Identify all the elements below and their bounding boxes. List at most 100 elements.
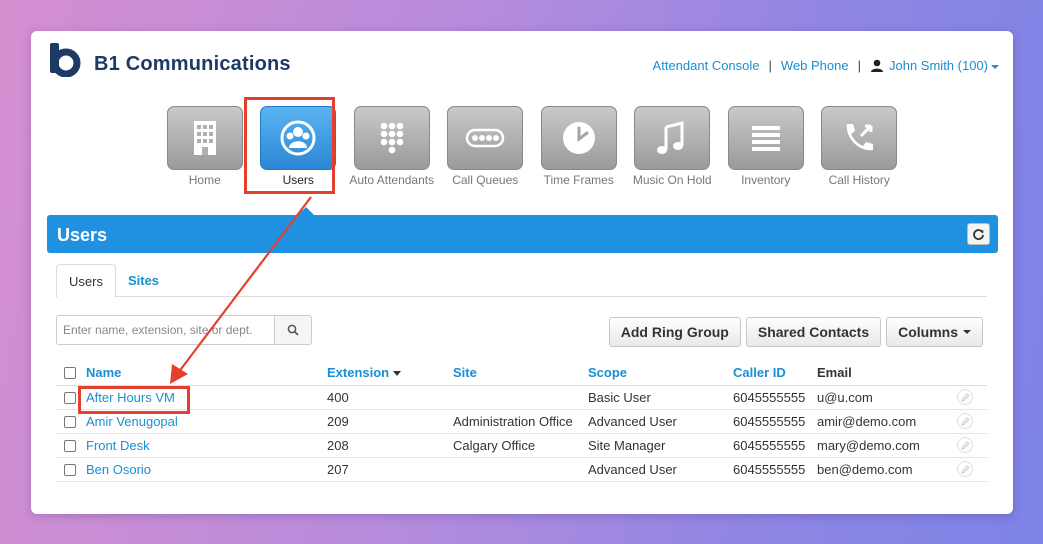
edit-icon[interactable] xyxy=(957,437,973,453)
nav-auto-attendants[interactable]: Auto Attendants xyxy=(345,106,439,187)
nav-call-queues-tile xyxy=(447,106,524,170)
table-row[interactable]: Amir Venugopal 209 Administration Office Ad… xyxy=(56,409,987,434)
nav-call-queues[interactable]: Call Queues xyxy=(439,106,533,187)
nav-label: Call History xyxy=(828,173,890,187)
col-extension[interactable]: Extension xyxy=(327,360,453,386)
columns-label: Columns xyxy=(898,324,958,340)
separator: | xyxy=(857,58,861,73)
refresh-icon xyxy=(973,228,984,240)
dots-icon xyxy=(466,128,505,148)
scope-cell: Advanced User xyxy=(588,457,733,482)
email-cell: ben@demo.com xyxy=(817,457,957,482)
row-checkbox[interactable] xyxy=(64,416,76,429)
row-action-cell xyxy=(957,385,987,410)
music-icon xyxy=(657,121,684,154)
edit-icon[interactable] xyxy=(957,413,973,429)
user-name: John Smith (100) xyxy=(889,58,988,73)
email-cell: u@u.com xyxy=(817,385,957,410)
col-email: Email xyxy=(817,360,957,386)
b1-logo-icon xyxy=(50,43,81,77)
row-checkbox[interactable] xyxy=(64,392,76,405)
select-all-cell xyxy=(56,360,86,386)
col-actions xyxy=(957,360,987,386)
nav-auto-attendants-tile xyxy=(353,106,430,170)
search-button[interactable] xyxy=(275,315,312,345)
nav-music-on-hold[interactable]: Music On Hold xyxy=(626,106,720,187)
nav-time-frames-tile xyxy=(540,106,617,170)
nav-inventory[interactable]: Inventory xyxy=(719,106,813,187)
chevron-down-icon xyxy=(991,64,999,69)
extension-cell: 209 xyxy=(327,409,453,434)
user-name-cell: Ben Osorio xyxy=(86,457,327,482)
table-row[interactable]: Ben Osorio 207 Advanced User 6045555555 ben@… xyxy=(56,457,987,482)
highlight-box xyxy=(78,386,190,414)
extension-cell: 207 xyxy=(327,457,453,482)
col-caller-id[interactable]: Caller ID xyxy=(733,360,817,386)
col-extension-label: Extension xyxy=(327,364,390,380)
add-ring-group-button[interactable]: Add Ring Group xyxy=(608,317,741,347)
edit-icon[interactable] xyxy=(957,389,973,405)
nav-call-history-tile xyxy=(821,106,898,170)
col-name[interactable]: Name xyxy=(86,360,327,386)
tab-users[interactable]: Users xyxy=(56,264,116,298)
action-buttons: Add Ring Group Shared Contacts Columns xyxy=(604,317,983,347)
brand-name: B1 Communications xyxy=(94,52,291,75)
caller-id-cell: 6045555555 xyxy=(733,433,817,458)
user-name-link[interactable]: Ben Osorio xyxy=(86,462,151,477)
sort-desc-icon xyxy=(393,370,402,376)
nav-label: Home xyxy=(188,173,221,187)
banner-notch xyxy=(297,207,315,216)
keypad-icon xyxy=(380,122,404,154)
refresh-button[interactable] xyxy=(967,223,990,245)
user-name-link[interactable]: Front Desk xyxy=(86,438,150,453)
caller-id-cell: 6045555555 xyxy=(733,385,817,410)
separator: | xyxy=(768,58,772,73)
nav-music-on-hold-tile xyxy=(634,106,711,170)
row-checkbox[interactable] xyxy=(64,464,76,477)
tab-bar: Users Sites xyxy=(56,264,987,298)
nav-time-frames[interactable]: Time Frames xyxy=(532,106,626,187)
highlight-box xyxy=(244,97,335,194)
clock-icon xyxy=(562,122,595,154)
extension-cell: 400 xyxy=(327,385,453,410)
attendant-console-link[interactable]: Attendant Console xyxy=(653,58,760,73)
table-row[interactable]: After Hours VM 400 Basic User 6045555555 u@u… xyxy=(56,385,987,410)
search-box xyxy=(56,315,312,345)
columns-button[interactable]: Columns xyxy=(886,317,983,347)
col-scope[interactable]: Scope xyxy=(588,360,733,386)
brand[interactable]: B1 Communications xyxy=(47,43,291,77)
site-cell xyxy=(453,457,588,482)
call-history-icon xyxy=(847,124,874,151)
nav-call-history[interactable]: Call History xyxy=(813,106,907,187)
caller-id-cell: 6045555555 xyxy=(733,457,817,482)
row-action-cell xyxy=(957,457,987,482)
edit-icon[interactable] xyxy=(957,461,973,477)
web-phone-link[interactable]: Web Phone xyxy=(781,58,849,73)
scope-cell: Basic User xyxy=(588,385,733,410)
user-icon xyxy=(871,59,883,72)
row-action-cell xyxy=(957,409,987,434)
search-input[interactable] xyxy=(56,315,275,345)
nav-inventory-tile xyxy=(727,106,804,170)
site-cell xyxy=(453,385,588,410)
email-cell: mary@demo.com xyxy=(817,433,957,458)
user-name-link[interactable]: Amir Venugopal xyxy=(86,414,178,429)
caller-id-cell: 6045555555 xyxy=(733,409,817,434)
nav-label: Music On Hold xyxy=(632,173,712,187)
select-all-checkbox[interactable] xyxy=(64,367,76,380)
nav-home[interactable]: Home xyxy=(158,106,252,187)
list-icon xyxy=(751,126,780,151)
chevron-down-icon xyxy=(963,330,971,334)
row-select-cell xyxy=(56,457,86,482)
col-site[interactable]: Site xyxy=(453,360,588,386)
table-row[interactable]: Front Desk 208 Calgary Office Site Manager 6… xyxy=(56,433,987,458)
shared-contacts-button[interactable]: Shared Contacts xyxy=(745,317,882,347)
tab-sites[interactable]: Sites xyxy=(116,264,171,298)
nav-label: Inventory xyxy=(741,173,791,187)
section-title: Users xyxy=(57,225,108,245)
user-menu-link[interactable]: John Smith (100) xyxy=(889,58,999,73)
email-cell: amir@demo.com xyxy=(817,409,957,434)
search-icon xyxy=(287,324,299,336)
row-action-cell xyxy=(957,433,987,458)
row-checkbox[interactable] xyxy=(64,440,76,453)
